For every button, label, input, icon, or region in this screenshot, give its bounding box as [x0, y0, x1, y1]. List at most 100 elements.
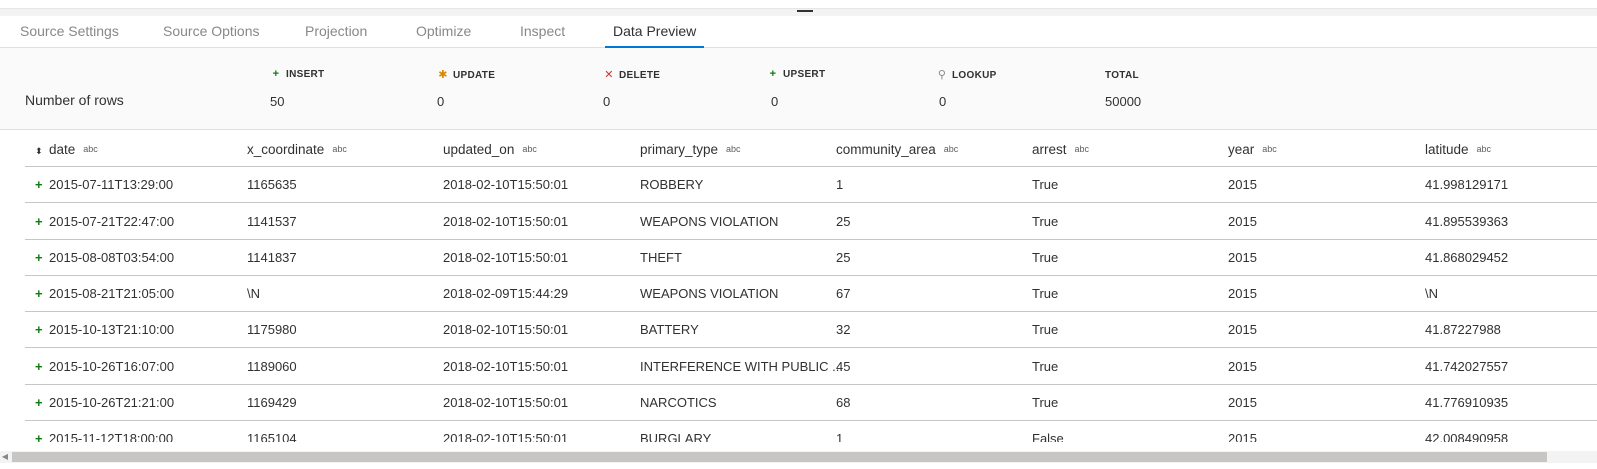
cell-latitude: 41.998129171 — [1425, 177, 1509, 192]
string-type-badge: abc — [522, 144, 537, 154]
cell-x-coordinate: 1189060 — [247, 359, 297, 374]
insert-row-icon: + — [35, 286, 43, 301]
table-row[interactable]: +2015-08-21T21:05:00 \N 2018-02-09T15:44… — [25, 276, 1597, 312]
column-header-label: updated_on — [443, 142, 515, 157]
cell-date: +2015-10-26T16:07:00 — [35, 349, 174, 385]
column-header-x-coordinate[interactable]: x_coordinate abc — [247, 131, 347, 167]
resize-grip-icon[interactable] — [797, 10, 813, 12]
tab-label: Projection — [305, 23, 368, 39]
cell-primary-type: BURGLARY — [640, 431, 712, 442]
lookup-icon: ⚲ — [937, 69, 947, 81]
cell-value: 2015-10-13T21:10:00 — [49, 322, 175, 337]
column-header-label: latitude — [1425, 142, 1469, 157]
cell-year: 2015 — [1228, 359, 1257, 374]
cell-community-area: 25 — [836, 250, 851, 265]
string-type-badge: abc — [332, 144, 347, 154]
cell-arrest: True — [1032, 322, 1059, 337]
cell-updated-on: 2018-02-09T15:44:29 — [443, 286, 569, 301]
tab-label: Data Preview — [613, 23, 697, 39]
cell-value: 2015-07-11T13:29:00 — [49, 177, 174, 192]
column-header-updated-on[interactable]: updated_on abc — [443, 131, 537, 167]
summary-delete-value: 0 — [603, 94, 611, 109]
table-row[interactable]: +2015-11-12T18:00:00 1165104 2018-02-10T… — [25, 421, 1597, 442]
column-header-latitude[interactable]: latitude abc — [1425, 131, 1491, 167]
cell-community-area: 67 — [836, 286, 851, 301]
tab-inspect[interactable]: Inspect — [520, 16, 565, 47]
cell-year: 2015 — [1228, 431, 1257, 442]
column-header-year[interactable]: year abc — [1228, 131, 1277, 167]
string-type-badge: abc — [1476, 144, 1492, 154]
string-type-badge: abc — [726, 144, 741, 154]
tab-label: Source Settings — [20, 23, 119, 39]
insert-icon: + — [272, 68, 280, 80]
tab-data-preview[interactable]: Data Preview — [605, 16, 705, 48]
cell-x-coordinate: 1165635 — [247, 177, 297, 192]
table-row[interactable]: +2015-07-21T22:47:00 1141537 2018-02-10T… — [25, 204, 1597, 240]
cell-x-coordinate: 1141537 — [247, 214, 297, 229]
cell-arrest: True — [1032, 359, 1059, 374]
cell-x-coordinate: \N — [247, 286, 260, 301]
tab-label: Optimize — [416, 23, 472, 39]
column-header-label: community_area — [836, 142, 936, 157]
cell-latitude: 42.008490958 — [1425, 431, 1509, 442]
summary-upsert-label: UPSERT — [783, 69, 826, 80]
cell-x-coordinate: 1141837 — [247, 250, 297, 265]
horizontal-scrollbar[interactable]: ◀ — [0, 451, 1597, 463]
cell-year: 2015 — [1228, 214, 1257, 229]
tab-label: Inspect — [520, 23, 566, 39]
cell-x-coordinate: 1175980 — [247, 322, 297, 337]
cell-arrest: True — [1032, 214, 1059, 229]
table-row[interactable]: +2015-07-11T13:29:00 1165635 2018-02-10T… — [25, 167, 1597, 203]
cell-x-coordinate: 1165104 — [247, 431, 297, 442]
table-row[interactable]: +2015-08-08T03:54:00 1141837 2018-02-10T… — [25, 240, 1597, 276]
table-row[interactable]: +2015-10-13T21:10:00 1175980 2018-02-10T… — [25, 312, 1597, 348]
cell-date: +2015-10-26T21:21:00 — [35, 385, 174, 421]
cell-primary-type: THEFT — [640, 250, 682, 265]
cell-updated-on: 2018-02-10T15:50:01 — [443, 250, 569, 265]
cell-year: 2015 — [1228, 322, 1257, 337]
tab-projection[interactable]: Projection — [305, 16, 367, 47]
cell-value: 2015-08-21T21:05:00 — [49, 286, 175, 301]
cell-latitude: 41.868029452 — [1425, 250, 1509, 265]
grid-header-row: ⬍ date abc x_coordinate abc updated_on abc p… — [25, 131, 1597, 167]
cell-community-area: 25 — [836, 214, 851, 229]
column-header-label: primary_type — [640, 142, 719, 157]
tab-source-settings[interactable]: Source Settings — [20, 16, 119, 47]
table-row[interactable]: +2015-10-26T21:21:00 1169429 2018-02-10T… — [25, 385, 1597, 421]
column-header-label: year — [1228, 142, 1255, 157]
summary-total-header: TOTAL — [1105, 70, 1139, 81]
cell-date: +2015-07-11T13:29:00 — [35, 167, 173, 203]
cell-primary-type: WEAPONS VIOLATION — [640, 214, 779, 229]
cell-date: +2015-08-21T21:05:00 — [35, 276, 174, 312]
cell-value: 2015-08-08T03:54:00 — [49, 250, 175, 265]
sort-icon[interactable]: ⬍ — [35, 133, 45, 169]
delete-icon: ✕ — [604, 69, 614, 81]
summary-insert-value: 50 — [270, 94, 285, 109]
cell-updated-on: 2018-02-10T15:50:01 — [443, 359, 569, 374]
cell-latitude: 41.776910935 — [1425, 395, 1509, 410]
cell-year: 2015 — [1228, 395, 1257, 410]
tab-optimize[interactable]: Optimize — [416, 16, 471, 47]
cell-arrest: False — [1032, 431, 1064, 442]
column-header-primary-type[interactable]: primary_type abc — [640, 131, 741, 167]
scroll-left-arrow-icon[interactable]: ◀ — [0, 451, 10, 463]
scrollbar-thumb[interactable] — [12, 452, 1547, 462]
cell-latitude: 41.87227988 — [1425, 322, 1501, 337]
cell-date: +2015-11-12T18:00:00 — [35, 421, 173, 442]
cell-latitude: 41.742027557 — [1425, 359, 1509, 374]
string-type-badge: abc — [943, 144, 959, 154]
column-header-community-area[interactable]: community_area abc — [836, 131, 958, 167]
tab-source-options[interactable]: Source Options — [163, 16, 260, 47]
column-header-date[interactable]: ⬍ date abc — [35, 131, 98, 167]
summary-lookup-label: LOOKUP — [952, 70, 997, 81]
cell-value: 2015-11-12T18:00:00 — [49, 431, 174, 442]
panel-resize-strip — [0, 0, 1597, 16]
cell-updated-on: 2018-02-10T15:50:01 — [443, 177, 569, 192]
table-row[interactable]: +2015-10-26T16:07:00 1189060 2018-02-10T… — [25, 349, 1597, 385]
summary-total-value: 50000 — [1105, 94, 1142, 109]
cell-primary-type: ROBBERY — [640, 177, 704, 192]
column-header-arrest[interactable]: arrest abc — [1032, 131, 1089, 167]
column-header-label: arrest — [1032, 142, 1067, 157]
cell-community-area: 32 — [836, 322, 851, 337]
cell-arrest: True — [1032, 250, 1059, 265]
